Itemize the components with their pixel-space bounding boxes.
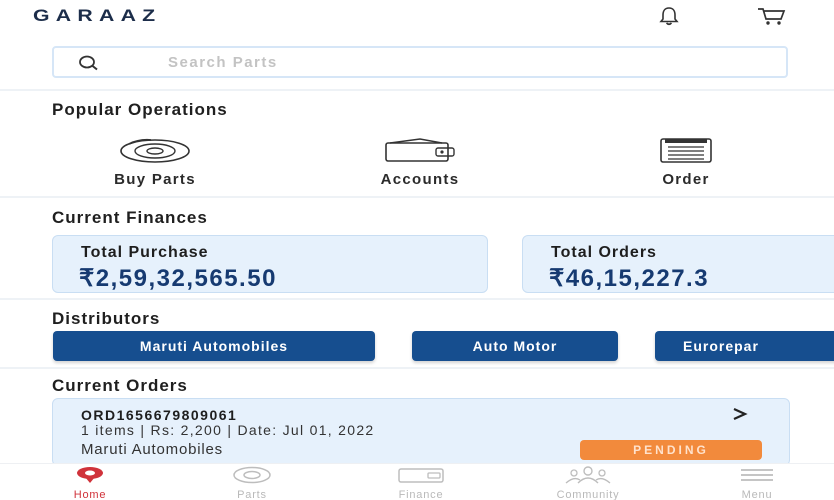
app-logo: GARAAZ bbox=[33, 6, 162, 25]
nav-menu[interactable]: Menu bbox=[724, 466, 790, 500]
operation-label: Buy Parts bbox=[114, 171, 196, 188]
divider bbox=[0, 367, 834, 369]
nav-label: Community bbox=[556, 489, 620, 500]
search-input[interactable]: Search Parts bbox=[52, 46, 788, 78]
bottom-nav: Home Parts Finance Community Menu bbox=[0, 463, 834, 500]
bell-icon[interactable] bbox=[654, 4, 684, 28]
search-icon bbox=[78, 54, 100, 77]
finance-icon bbox=[398, 468, 444, 483]
operation-label: Order bbox=[662, 171, 710, 188]
nav-label: Home bbox=[73, 489, 107, 500]
operation-label: Accounts bbox=[380, 171, 460, 188]
nav-parts[interactable]: Parts bbox=[212, 466, 292, 500]
nav-label: Parts bbox=[237, 489, 267, 500]
search-section: Search Parts bbox=[0, 36, 834, 90]
popular-operations-title: Popular Operations bbox=[52, 100, 228, 119]
home-icon bbox=[77, 467, 103, 483]
order-card[interactable]: ORD1656679809061 1 items | Rs: 2,200 | D… bbox=[52, 398, 790, 466]
order-meta: 1 items | Rs: 2,200 | Date: Jul 01, 2022 bbox=[81, 422, 375, 438]
distributor-chip-maruti[interactable]: Maruti Automobiles bbox=[53, 331, 375, 361]
distributors-title: Distributors bbox=[52, 309, 161, 328]
order-list-icon bbox=[660, 138, 712, 163]
finance-card-value: ₹2,59,32,565.50 bbox=[79, 265, 277, 292]
wallet-icon bbox=[385, 138, 455, 162]
nav-community[interactable]: Community bbox=[528, 466, 648, 500]
operation-buy-parts[interactable]: Buy Parts bbox=[80, 138, 230, 188]
disc-brake-icon bbox=[120, 138, 190, 163]
divider bbox=[0, 298, 834, 300]
nav-label: Finance bbox=[398, 489, 444, 500]
menu-icon bbox=[741, 469, 773, 481]
nav-label: Menu bbox=[741, 489, 773, 500]
nav-home[interactable]: Home bbox=[52, 466, 128, 500]
distributor-chip-auto-motor[interactable]: Auto Motor bbox=[412, 331, 618, 361]
current-orders-title: Current Orders bbox=[52, 376, 188, 395]
order-distributor: Maruti Automobiles bbox=[81, 441, 223, 458]
chevron-right-icon[interactable] bbox=[729, 407, 749, 426]
community-icon bbox=[565, 466, 611, 484]
finance-card-label: Total Purchase bbox=[81, 244, 209, 261]
app-header: GARAAZ bbox=[0, 0, 834, 36]
distributor-chip-eurorepar[interactable]: Eurorepar bbox=[655, 331, 834, 361]
divider bbox=[0, 196, 834, 198]
divider bbox=[0, 89, 834, 91]
order-id: ORD1656679809061 bbox=[81, 407, 238, 423]
finance-card-total-purchase[interactable]: Total Purchase ₹2,59,32,565.50 bbox=[52, 235, 488, 293]
finance-card-label: Total Orders bbox=[551, 244, 657, 261]
finance-card-total-orders[interactable]: Total Orders ₹46,15,227.3 bbox=[522, 235, 834, 293]
operation-accounts[interactable]: Accounts bbox=[345, 138, 495, 188]
search-placeholder: Search Parts bbox=[168, 54, 278, 71]
finance-card-value: ₹46,15,227.3 bbox=[549, 265, 710, 292]
cart-icon[interactable] bbox=[757, 4, 787, 28]
operation-order[interactable]: Order bbox=[626, 138, 746, 188]
current-finances-title: Current Finances bbox=[52, 208, 208, 227]
parts-icon bbox=[233, 466, 271, 484]
nav-finance[interactable]: Finance bbox=[380, 466, 462, 500]
status-badge: PENDING bbox=[580, 440, 762, 460]
